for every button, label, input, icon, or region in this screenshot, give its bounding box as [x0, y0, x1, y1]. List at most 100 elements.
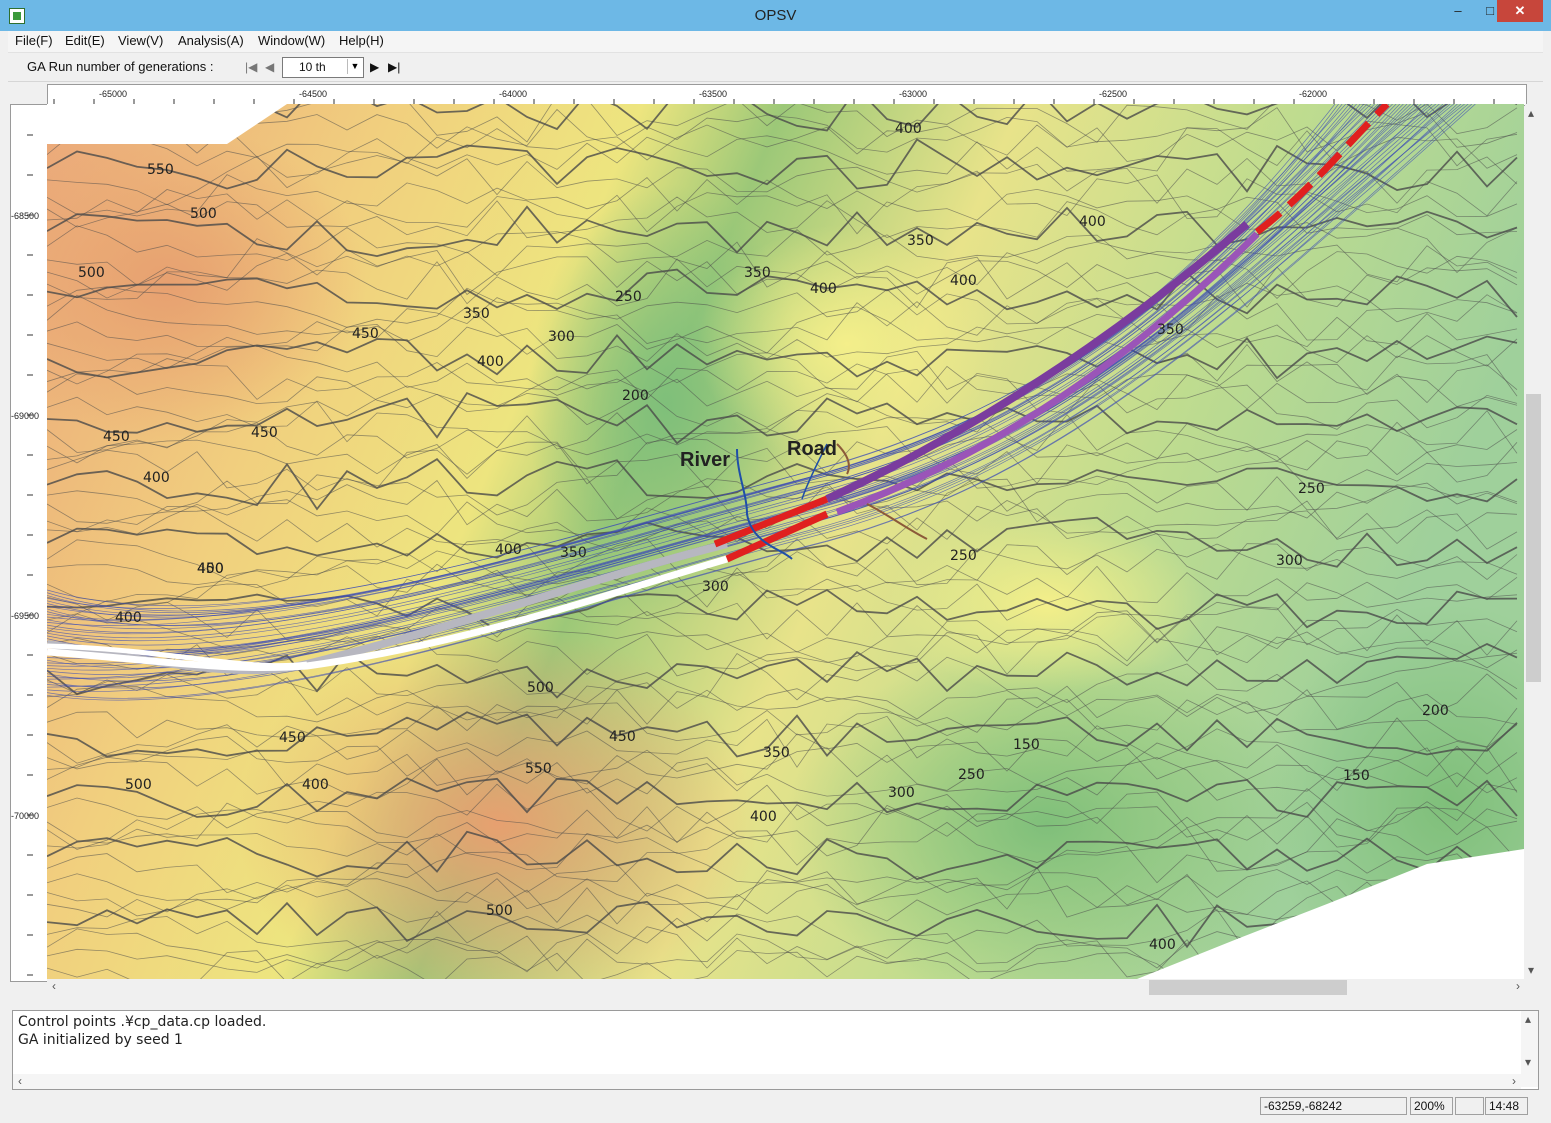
contour-label: 400: [750, 809, 777, 825]
river-label: River: [680, 449, 730, 471]
scroll-right-icon[interactable]: ›: [1512, 1074, 1516, 1088]
contour-label: 250: [1298, 481, 1325, 497]
map-view[interactable]: River Road 550 500 500 450 450 450 450 4…: [47, 104, 1524, 979]
status-coordinates: -63259,-68242: [1260, 1097, 1407, 1115]
log-horizontal-scrollbar[interactable]: ‹ ›: [13, 1074, 1521, 1089]
scroll-down-icon[interactable]: ▾: [1525, 1055, 1531, 1069]
x-ruler-label: -65000: [99, 89, 128, 99]
contour-label: 450: [251, 425, 278, 441]
contour-label: 500: [486, 903, 513, 919]
prev-icon[interactable]: ◀: [265, 60, 274, 74]
x-ruler-label: -64000: [499, 89, 528, 99]
minimize-button[interactable]: –: [1442, 0, 1474, 22]
scroll-left-icon[interactable]: ‹: [52, 979, 56, 993]
contour-label: 350: [463, 306, 490, 322]
contour-label: 150: [1013, 737, 1040, 753]
contour-label: 300: [1276, 553, 1303, 569]
x-ruler-label: -64500: [299, 89, 328, 99]
contour-label: 400: [895, 121, 922, 137]
window-title: OPSV: [754, 7, 797, 24]
contour-label: 400: [302, 777, 329, 793]
menu-help[interactable]: Help(H): [339, 33, 384, 48]
chevron-down-icon[interactable]: ▼: [347, 59, 362, 74]
y-ruler-label: -70000: [11, 811, 40, 821]
contour-label: 400: [115, 610, 142, 626]
log-line: GA initialized by seed 1: [18, 1032, 183, 1048]
y-ruler-label: -69500: [11, 611, 40, 621]
menu-analysis[interactable]: Analysis(A): [178, 33, 244, 48]
close-button[interactable]: ✕: [1497, 0, 1543, 22]
contour-label: 350: [1157, 322, 1184, 338]
contour-label: 450: [103, 429, 130, 445]
contour-label: 400: [143, 470, 170, 486]
scroll-up-icon[interactable]: ▴: [1528, 106, 1534, 120]
generation-value: 10 th: [299, 60, 326, 74]
horizontal-scroll-thumb[interactable]: [1149, 980, 1347, 995]
contour-label: 450: [279, 730, 306, 746]
x-ruler-label: -62000: [1299, 89, 1328, 99]
scroll-up-icon[interactable]: ▴: [1525, 1012, 1531, 1026]
contour-label: 300: [548, 329, 575, 345]
scroll-left-icon[interactable]: ‹: [18, 1074, 22, 1088]
status-empty: [1455, 1097, 1484, 1115]
road-label: Road: [787, 438, 837, 460]
status-zoom: 200%: [1410, 1097, 1453, 1115]
menu-view[interactable]: View(V): [118, 33, 163, 48]
contour-label: 300: [702, 579, 729, 595]
contour-label: 500: [190, 206, 217, 222]
contour-label: 400: [197, 561, 224, 577]
x-ruler-label: -63000: [899, 89, 928, 99]
contour-label: 200: [1422, 703, 1449, 719]
plateau-area: [697, 224, 997, 464]
vertical-ruler: -68500 -69000 -69500 -70000: [10, 104, 48, 982]
menu-file[interactable]: File(F): [15, 33, 53, 48]
output-log[interactable]: Control points .¥cp_data.cp loaded. GA i…: [12, 1010, 1539, 1090]
status-time: 14:48: [1485, 1097, 1528, 1115]
title-bar[interactable]: OPSV – □ ✕: [0, 0, 1551, 31]
log-vertical-scrollbar[interactable]: ▴ ▾: [1521, 1011, 1538, 1087]
contour-label: 550: [147, 162, 174, 178]
log-line: Control points .¥cp_data.cp loaded.: [18, 1014, 267, 1030]
app-window: OPSV – □ ✕ File(F) Edit(E) View(V) Analy…: [0, 0, 1551, 1123]
contour-label: 400: [1079, 214, 1106, 230]
toolbar: GA Run number of generations : |◀ ◀ 10 t…: [8, 53, 1543, 82]
menu-window[interactable]: Window(W): [258, 33, 325, 48]
next-icon[interactable]: ▶: [370, 60, 379, 74]
contour-label: 150: [1343, 768, 1370, 784]
generation-select[interactable]: 10 th ▼: [282, 57, 364, 78]
contour-label: 500: [527, 680, 554, 696]
skip-last-icon[interactable]: ▶|: [388, 60, 400, 74]
contour-label: 450: [352, 326, 379, 342]
contour-label: 400: [477, 354, 504, 370]
contour-label: 250: [950, 548, 977, 564]
contour-label: 350: [744, 265, 771, 281]
vertical-scroll-thumb[interactable]: [1526, 394, 1541, 682]
contour-label: 550: [525, 761, 552, 777]
contour-label: 250: [958, 767, 985, 783]
contour-label: 350: [560, 545, 587, 561]
scroll-right-icon[interactable]: ›: [1516, 979, 1520, 993]
generations-label: GA Run number of generations :: [27, 59, 214, 74]
y-ruler-label: -68500: [11, 211, 40, 221]
y-ruler-label: -69000: [11, 411, 40, 421]
x-ruler-label: -63500: [699, 89, 728, 99]
contour-label: 300: [888, 785, 915, 801]
horizontal-scrollbar[interactable]: ‹ ›: [47, 979, 1525, 996]
contour-label: 500: [78, 265, 105, 281]
menu-bar: File(F) Edit(E) View(V) Analysis(A) Wind…: [8, 31, 1543, 53]
status-bar: -63259,-68242 200% 14:48: [8, 1097, 1543, 1115]
contour-label: 400: [950, 273, 977, 289]
menu-edit[interactable]: Edit(E): [65, 33, 105, 48]
topographic-map[interactable]: River Road 550 500 500 450 450 450 450 4…: [47, 104, 1524, 979]
x-ruler-label: -62500: [1099, 89, 1128, 99]
ruler-ticks: [27, 134, 33, 976]
contour-label: 250: [615, 289, 642, 305]
contour-label: 500: [125, 777, 152, 793]
scroll-down-icon[interactable]: ▾: [1528, 963, 1534, 977]
contour-label: 400: [495, 542, 522, 558]
skip-first-icon[interactable]: |◀: [245, 60, 257, 74]
horizontal-ruler: -65000 -64500 -64000 -63500 -63000 -6250…: [47, 84, 1527, 106]
vertical-scrollbar[interactable]: ▴ ▾: [1525, 104, 1542, 979]
contour-label: 200: [622, 388, 649, 404]
contour-label: 450: [609, 729, 636, 745]
